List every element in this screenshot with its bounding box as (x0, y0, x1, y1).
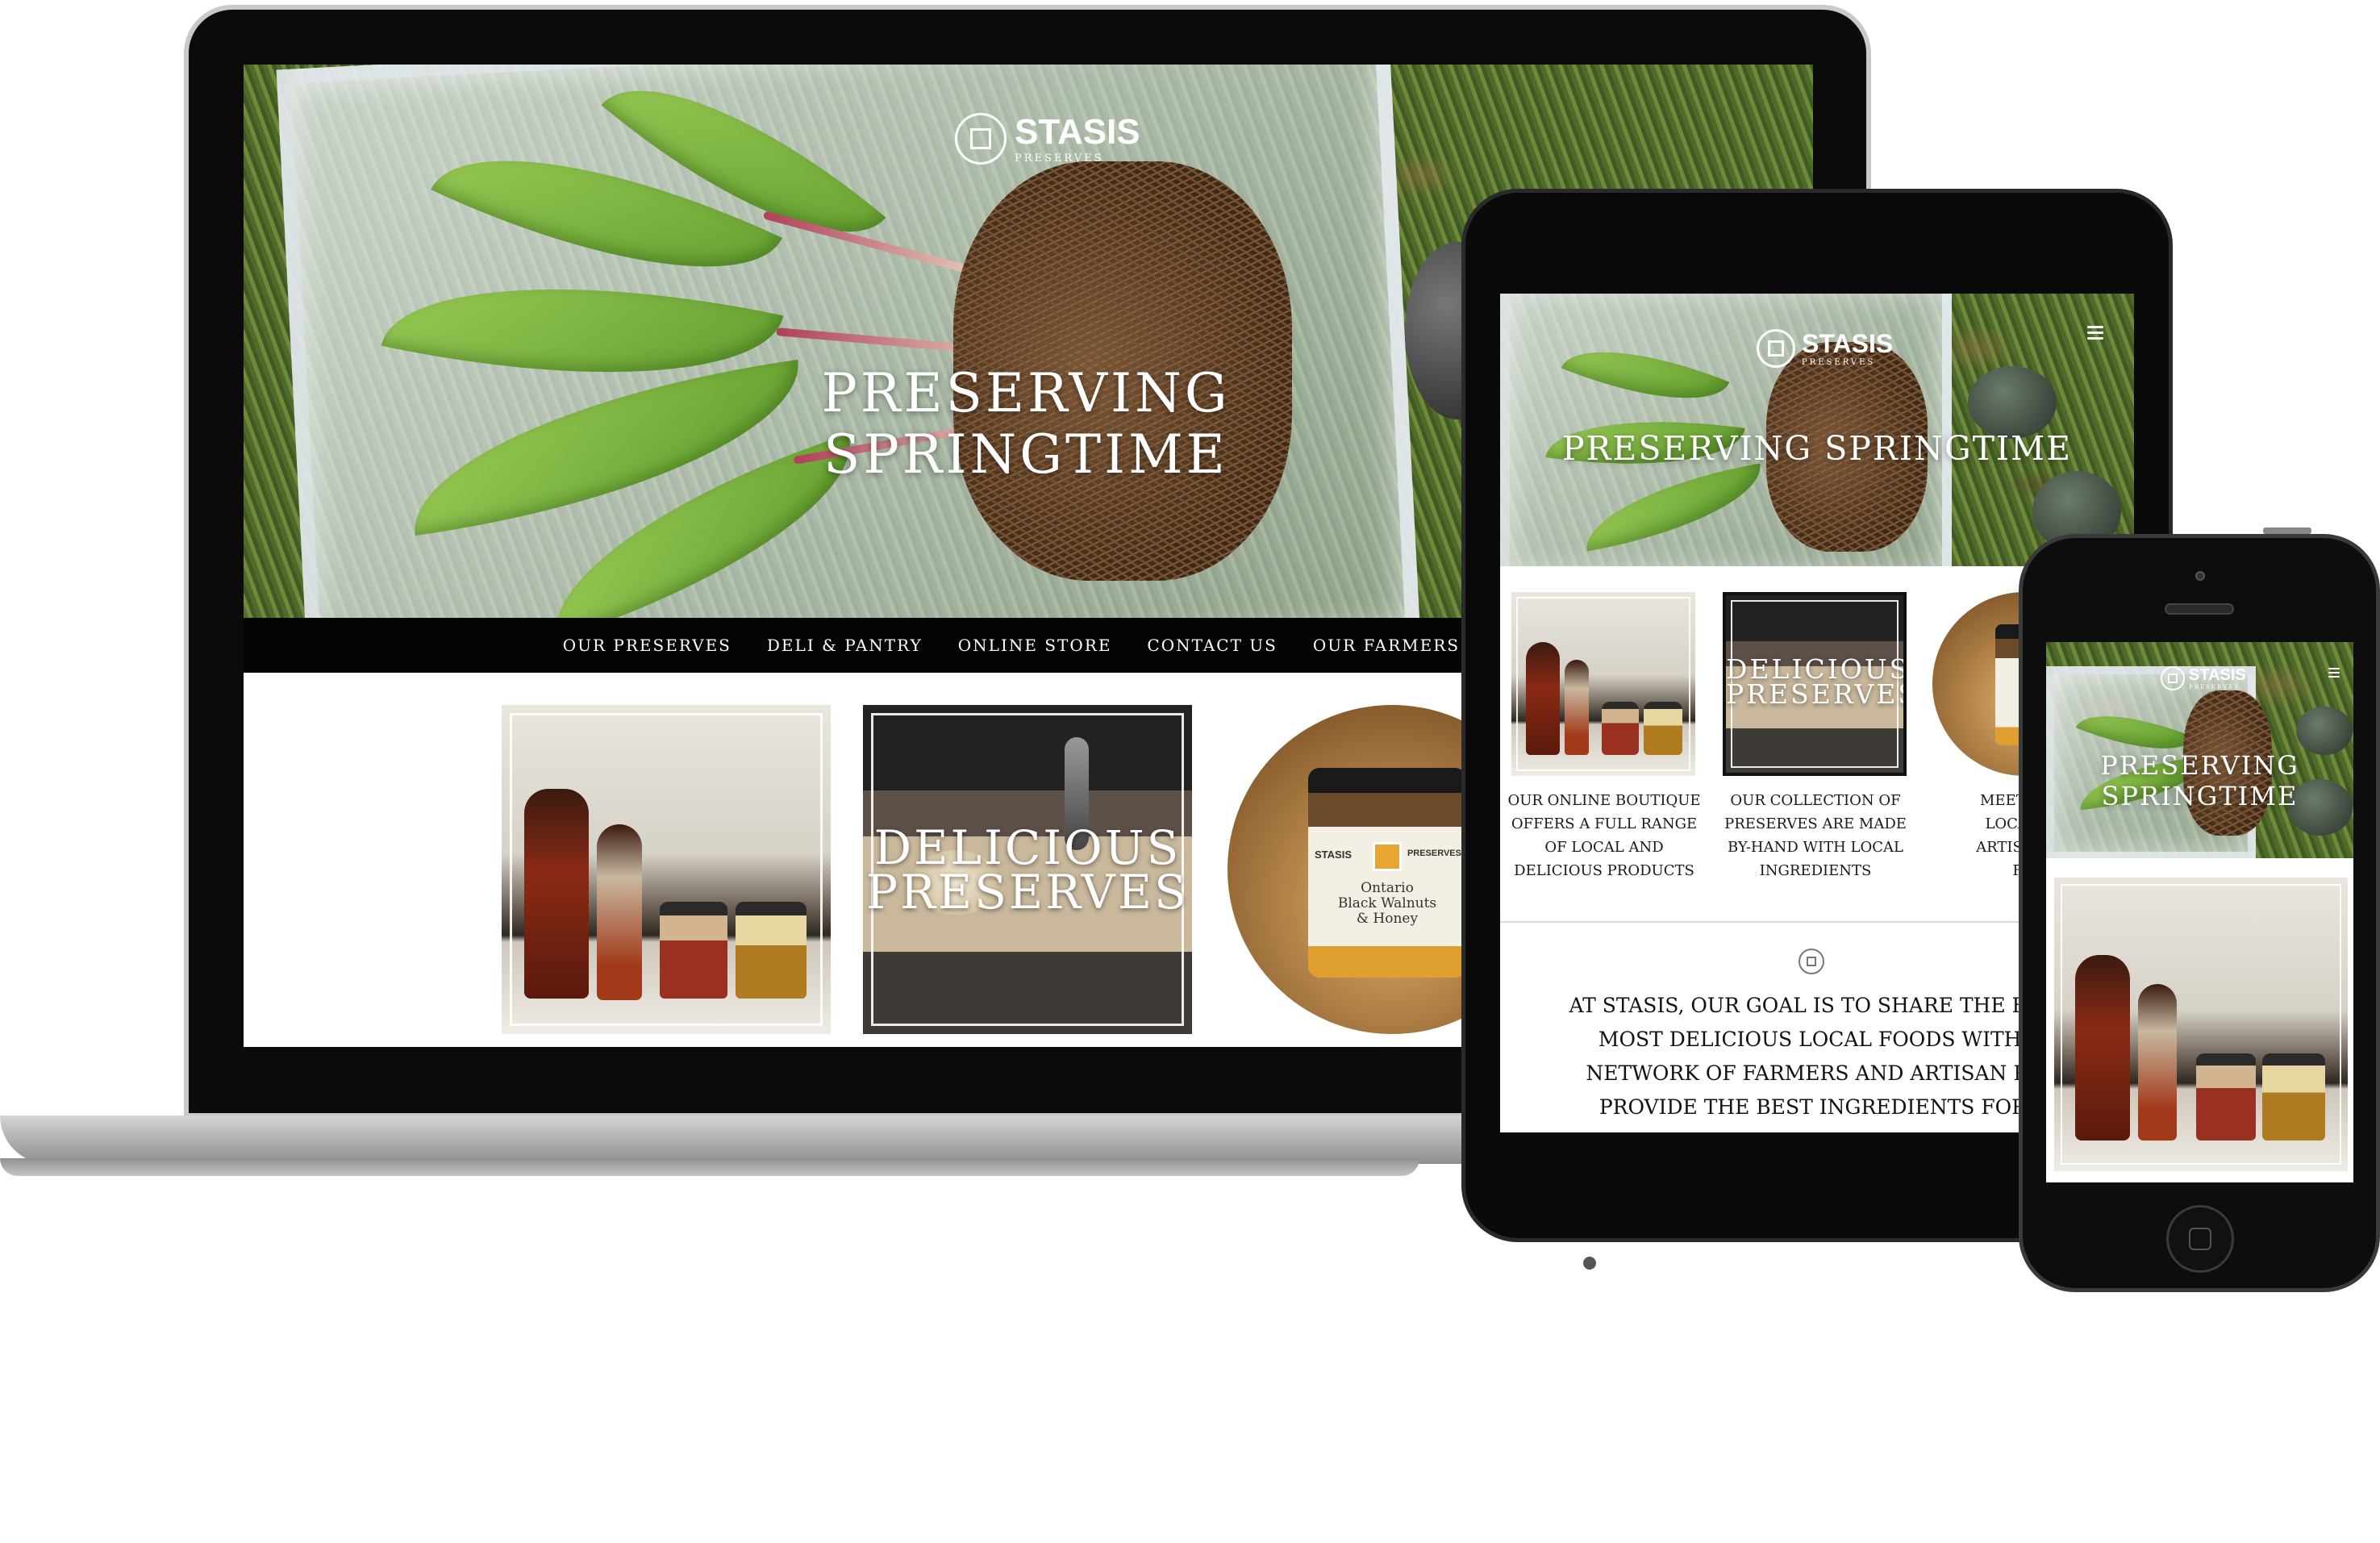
stasis-small-logo-icon (1799, 949, 1824, 974)
tile-frame (1516, 597, 1690, 771)
blurb-boutique: OUR ONLINE BOUTIQUE OFFERS A FULL RANGE … (1500, 789, 1708, 882)
tile-frame (2061, 884, 2341, 1165)
rock-image (2296, 707, 2353, 755)
blurb-line: OFFERS A FULL RANGE (1511, 815, 1698, 832)
blurb-line: PRESERVES ARE MADE (1724, 815, 1907, 832)
hero-title: PRESERVING SPRINGTIME (727, 363, 1324, 486)
hamburger-menu-icon[interactable] (2087, 326, 2103, 340)
nav-our-preserves[interactable]: OUR PRESERVES (563, 636, 732, 655)
brand-mark-icon (2161, 666, 2185, 690)
walnut-jar-image: STASIS PRESERVES Ontario Black Walnuts &… (1308, 768, 1466, 978)
jar-label-logo-icon (1373, 842, 1402, 871)
brand-name: STASIS (1802, 328, 1894, 358)
blurb-line: OUR ONLINE BOUTIQUE (1507, 792, 1701, 809)
jar-label-line: Ontario (1361, 880, 1414, 896)
phone-screen: STASIS PRESERVES PRESERVING SPRINGTIME (2046, 642, 2353, 1182)
blurb-line: DELICIOUS PRODUCTS (1514, 862, 1694, 879)
phone-hero-banner: STASIS PRESERVES PRESERVING SPRINGTIME (2046, 642, 2353, 858)
brand-name: STASIS (1015, 111, 1140, 152)
tile-caption: DELICIOUS PRESERVES (1726, 656, 1907, 711)
tile-delicious-preserves[interactable]: DELICIOUS PRESERVES (863, 705, 1192, 1034)
phone-hamburger-menu-icon[interactable] (2328, 668, 2340, 678)
tile-caption: DELICIOUS PRESERVES (863, 820, 1192, 920)
phone-camera (2195, 571, 2205, 581)
tile-caption-line: PRESERVES (1726, 678, 1907, 711)
phone-tile-boutique[interactable] (2054, 878, 2348, 1171)
nav-online-store[interactable]: ONLINE STORE (958, 636, 1112, 655)
phone-home-button[interactable] (2166, 1205, 2234, 1273)
nav-deli-pantry[interactable]: DELI & PANTRY (767, 636, 923, 655)
jar-label-sub: PRESERVES (1407, 849, 1461, 858)
hero-title-line: PRESERVING (2100, 750, 2299, 781)
brand-name: STASIS (2189, 665, 2246, 684)
brand-subtitle: PRESERVES (2189, 683, 2240, 690)
phone-side-button (2263, 528, 2311, 534)
brand-logo[interactable]: STASIS PRESERVES (955, 113, 1140, 165)
hero-title-line: PRESERVING (821, 362, 1231, 424)
rock-image (1968, 366, 2057, 439)
blurb-line: OUR COLLECTION OF (1730, 792, 1901, 809)
tile-online-boutique[interactable] (502, 705, 831, 1034)
blurb-collection: OUR COLLECTION OF PRESERVES ARE MADE BY-… (1711, 789, 1919, 882)
jar-label-brand: STASIS (1315, 849, 1352, 861)
blurb-line: OF LOCAL AND (1544, 839, 1664, 856)
phone-brand-logo[interactable]: STASIS PRESERVES (2161, 666, 2246, 690)
hero-title-line: SPRINGTIME (2101, 781, 2299, 811)
phone-speaker (2165, 603, 2234, 615)
brand-subtitle: PRESERVES (1015, 152, 1104, 165)
tablet-tile-delicious[interactable]: DELICIOUS PRESERVES (1723, 592, 1907, 776)
tablet-home-button[interactable] (1583, 1257, 1596, 1270)
jar-label-line: & Honey (1356, 911, 1419, 927)
tile-caption-line: PRESERVES (866, 865, 1189, 920)
tablet-tile-boutique[interactable] (1511, 592, 1695, 776)
tile-caption-line: DELICIOUS (873, 820, 1182, 875)
tablet-hero-title: PRESERVING SPRINGTIME (1561, 429, 2073, 468)
phone-hero-title: PRESERVING SPRINGTIME (2046, 750, 2353, 811)
blurb-line: INGREDIENTS (1759, 862, 1872, 879)
laptop-base-edge (0, 1158, 1419, 1176)
jar-label-line: Black Walnuts (1337, 895, 1437, 911)
jar-label-text: Ontario Black Walnuts & Honey (1308, 881, 1466, 927)
tile-frame (510, 713, 823, 1026)
brand-subtitle: PRESERVES (1802, 357, 1876, 367)
hero-title-line: SPRINGTIME (823, 423, 1228, 486)
blurb-line: BY-HAND WITH LOCAL (1728, 839, 1903, 856)
tablet-brand-logo[interactable]: STASIS PRESERVES (1757, 329, 1893, 368)
brand-mark-icon (955, 113, 1007, 165)
brand-mark-icon (1757, 329, 1795, 368)
tablet-hero-banner: STASIS PRESERVES PRESERVING SPRINGTIME (1500, 294, 2134, 566)
nav-contact-us[interactable]: CONTACT US (1147, 636, 1277, 655)
